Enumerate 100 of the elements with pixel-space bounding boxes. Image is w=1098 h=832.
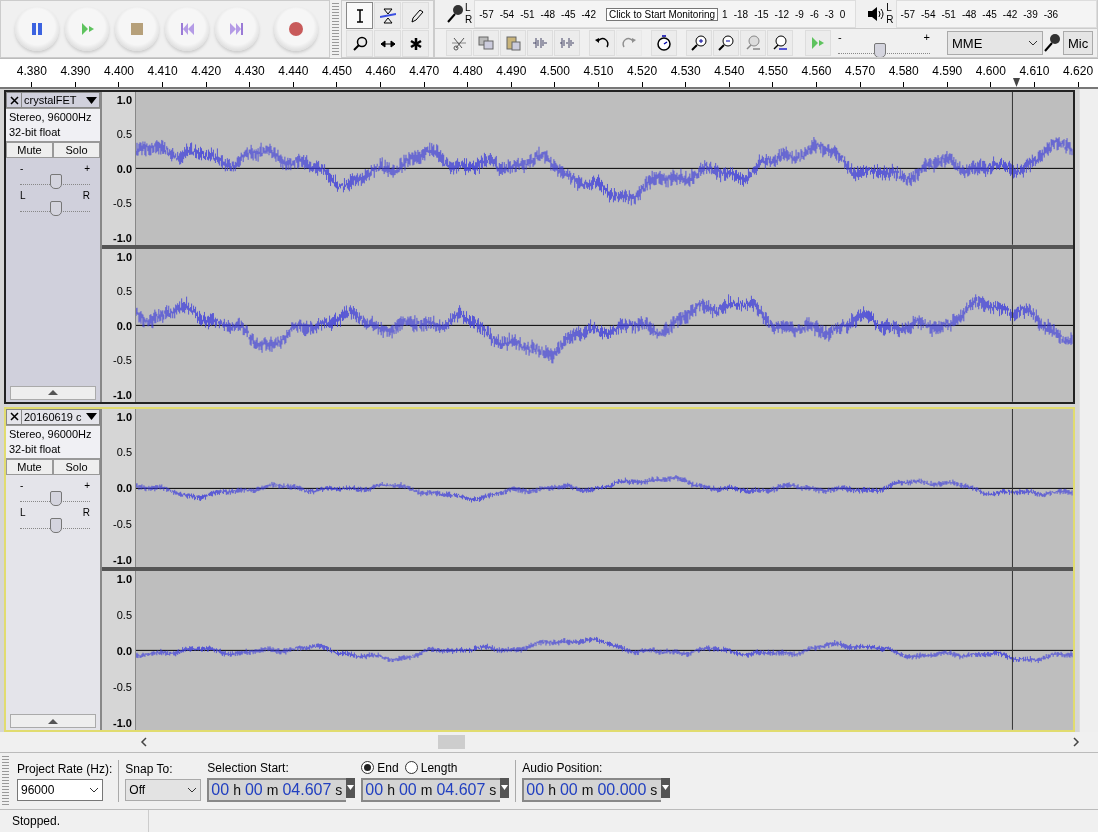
envelope-tool[interactable] xyxy=(374,2,401,29)
meter-tick: -12 xyxy=(774,8,790,20)
field-label: Snap To: xyxy=(125,761,174,776)
transport-button[interactable] xyxy=(65,7,109,51)
transport-button[interactable] xyxy=(15,7,59,51)
silence-button[interactable] xyxy=(554,30,580,56)
scale-label: 0.5 xyxy=(116,609,132,623)
caret-icon xyxy=(86,96,97,104)
close-button[interactable] xyxy=(6,92,22,108)
fit-project-button[interactable] xyxy=(767,30,793,56)
radio-button[interactable] xyxy=(404,761,418,774)
radio-button[interactable] xyxy=(361,761,375,774)
track-info: Stereo, 96000Hz xyxy=(9,110,93,125)
snap-to-dropdown[interactable]: Off xyxy=(125,778,202,801)
scissors-icon xyxy=(451,35,467,51)
waveform-icon xyxy=(532,35,548,51)
audio-track[interactable]: crystalFET Stereo, 96000Hz 32-bit float Mute Solo - + L R 1.0 0.5 0.0 -0.5 -1.0 1.0 0.5 0.0 -0.5 -1.0 xyxy=(4,90,1075,404)
undo-button[interactable] xyxy=(589,30,615,56)
play-icon xyxy=(79,21,95,37)
slider-label: + xyxy=(84,480,90,491)
scale-label: 0.0 xyxy=(116,482,132,496)
slider-label: R xyxy=(82,507,90,518)
time-display[interactable]: 00 h 00 m 00.000 s xyxy=(522,777,662,802)
waveform-icon xyxy=(559,35,575,51)
close-button[interactable] xyxy=(6,408,22,425)
playback-meter[interactable]: -57 -54 -51 -48 -45 -42 -39 -36 xyxy=(895,0,1097,28)
slider-thumb[interactable] xyxy=(50,517,62,533)
microphone-icon xyxy=(446,4,464,24)
timer-button[interactable] xyxy=(651,30,677,56)
multi-tool[interactable] xyxy=(402,30,429,57)
playhead-marker xyxy=(1013,78,1020,87)
meter-tick: -36 xyxy=(1043,8,1059,20)
track-name-menu[interactable]: 20160619 c xyxy=(22,408,100,425)
trim-audio-button[interactable] xyxy=(527,30,553,56)
project-rate-dropdown[interactable]: 96000 xyxy=(17,778,103,801)
stop-icon xyxy=(129,21,145,37)
host-dropdown[interactable]: MME xyxy=(947,31,1043,55)
mute-button[interactable]: Mute xyxy=(6,142,53,158)
copy-button[interactable] xyxy=(473,30,499,56)
pause-icon xyxy=(29,21,45,37)
paste-button[interactable] xyxy=(500,30,526,56)
meter-tick: 0 xyxy=(839,8,846,20)
zoom-out-button[interactable] xyxy=(713,30,739,56)
scale-label: 1.0 xyxy=(116,410,132,424)
slider-thumb[interactable] xyxy=(50,174,62,189)
vertical-scrollbar[interactable] xyxy=(1079,89,1098,732)
slider-thumb[interactable] xyxy=(50,201,62,216)
slider-label: R xyxy=(82,191,90,201)
timeline-ruler[interactable]: 4.380 4.390 4.400 4.410 4.420 4.430 4.440 4.450 4.460 4.470 4.480 4.490 4.500 4.510 4.520 4.530 4.540 4.550 4.560 4.570 4.580 4.590 4.600 4.610 4.620 xyxy=(0,59,1098,89)
scale-label: -1.0 xyxy=(113,231,132,245)
input-device-dropdown[interactable]: Mic xyxy=(1063,31,1094,55)
time-display[interactable]: 00 h 00 m 04.607 s xyxy=(207,777,347,802)
slider-label: - xyxy=(20,164,24,174)
scale-label: 1.0 xyxy=(116,94,132,107)
dropdown-button[interactable] xyxy=(500,777,510,798)
slider-label: L xyxy=(20,191,26,201)
scale-label: 1.0 xyxy=(116,573,132,587)
collapse-button[interactable] xyxy=(10,714,96,728)
scrollbar-thumb[interactable] xyxy=(438,735,465,749)
close-icon xyxy=(9,412,19,421)
zoom-in-button[interactable] xyxy=(686,30,712,56)
time-shift-tool[interactable] xyxy=(374,30,401,57)
meter-tick: -48 xyxy=(540,8,556,20)
transport-button[interactable] xyxy=(165,7,209,51)
solo-button[interactable]: Solo xyxy=(53,142,100,158)
slider-thumb[interactable] xyxy=(50,490,62,506)
dropdown-button[interactable] xyxy=(346,777,356,798)
speed-slider[interactable] xyxy=(838,43,930,54)
radio-option[interactable]: End xyxy=(361,760,399,775)
draw-tool[interactable] xyxy=(402,2,429,29)
selection-tool[interactable] xyxy=(346,2,373,29)
scale-label: -0.5 xyxy=(113,681,132,695)
zoom-tool[interactable] xyxy=(346,30,373,57)
scale-label: 0.5 xyxy=(116,285,132,299)
scale-label: -1.0 xyxy=(113,554,132,568)
tooltip: Click to Start Monitoring xyxy=(605,7,719,21)
audio-track[interactable]: 20160619 c Stereo, 96000Hz 32-bit float Mute Solo - + L R 1.0 0.5 0.0 -0.5 -1.0 1.0 0.5 0.0 -0.5 -1.0 xyxy=(4,406,1075,732)
time-display[interactable]: 00 h 00 m 04.607 s xyxy=(361,777,501,802)
zoom-out-icon xyxy=(718,35,734,51)
toolbar-grip[interactable] xyxy=(332,3,339,55)
play-at-speed-button[interactable] xyxy=(805,30,831,56)
meter-tick: -51 xyxy=(520,8,535,20)
play-icon xyxy=(810,35,826,51)
channel-label: R xyxy=(886,14,894,26)
meter-tick: -42 xyxy=(581,8,596,20)
meter-tick: -42 xyxy=(1002,8,1018,20)
slider-label: - xyxy=(838,32,842,43)
collapse-button[interactable] xyxy=(10,385,96,400)
dropdown-button[interactable] xyxy=(661,777,671,798)
slider-thumb[interactable] xyxy=(874,43,887,57)
recording-meter[interactable]: -57 -54 -51 -48 -45 -42 Click to Start Monitoring 1 -18 -15 -12 -9 -6 -3 0 xyxy=(474,0,857,28)
clipboard-icon xyxy=(505,35,521,51)
transport-button[interactable] xyxy=(115,7,159,51)
trim-button[interactable] xyxy=(446,30,472,56)
radio-option[interactable]: Length xyxy=(404,760,458,775)
track-name-menu[interactable]: crystalFET xyxy=(22,92,100,108)
meter-tick: -51 xyxy=(941,8,956,20)
transport-button[interactable] xyxy=(274,7,318,51)
track-info: 32-bit float xyxy=(9,441,62,457)
transport-button[interactable] xyxy=(215,7,259,51)
